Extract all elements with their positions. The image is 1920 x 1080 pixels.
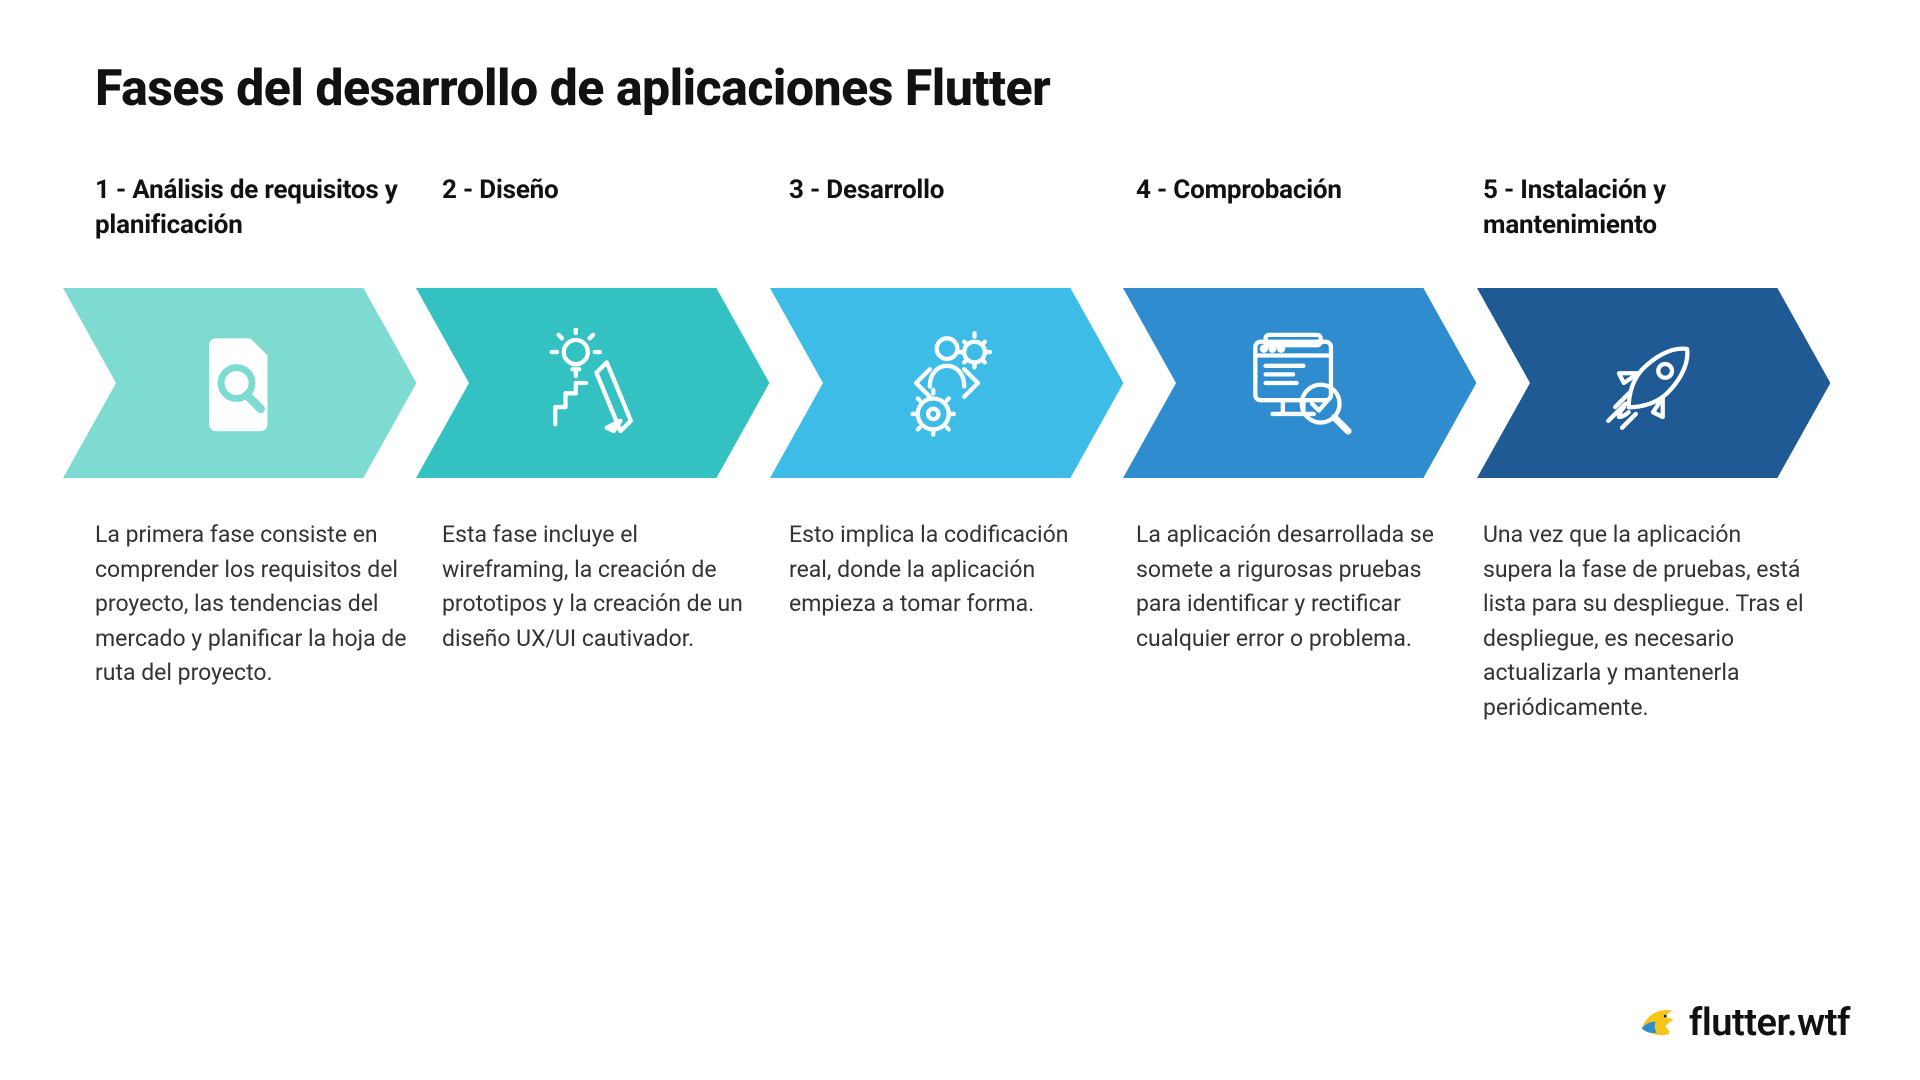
brand-text: flutter.wtf — [1689, 1001, 1850, 1045]
testing-check-icon — [1245, 328, 1355, 438]
footer-brand: flutter.wtf — [1635, 1001, 1850, 1045]
phase-desc-5: Una vez que la aplicación supera la fase… — [1483, 518, 1810, 725]
phase-desc-4: La aplicación desarrollada se somete a r… — [1136, 518, 1463, 656]
developer-gear-icon — [892, 328, 1002, 438]
rocket-launch-icon — [1598, 328, 1708, 438]
document-search-icon — [185, 328, 295, 438]
phase-label-2: 2 - Diseño — [442, 173, 769, 263]
arrow-phase-2 — [416, 288, 769, 478]
phase-desc-2: Esta fase incluye el wireframing, la cre… — [442, 518, 769, 656]
design-idea-icon — [538, 328, 648, 438]
process-arrows — [63, 288, 1830, 478]
arrow-phase-4 — [1123, 288, 1476, 478]
bird-logo-icon — [1635, 1001, 1679, 1045]
arrow-phase-3 — [770, 288, 1123, 478]
phase-desc-3: Esto implica la codificación real, donde… — [789, 518, 1116, 622]
diagram-title: Fases del desarrollo de aplicaciones Flu… — [95, 60, 1830, 118]
phase-label-1: 1 - Análisis de requisitos y planificaci… — [95, 173, 422, 263]
arrow-phase-5 — [1477, 288, 1830, 478]
phase-descriptions-row: La primera fase consiste en comprender l… — [95, 518, 1830, 725]
phase-label-3: 3 - Desarrollo — [789, 173, 1116, 263]
arrow-phase-1 — [63, 288, 416, 478]
phase-label-4: 4 - Comprobación — [1136, 173, 1463, 263]
phase-label-5: 5 - Instalación y mantenimiento — [1483, 173, 1810, 263]
phase-labels-row: 1 - Análisis de requisitos y planificaci… — [95, 173, 1830, 263]
phase-desc-1: La primera fase consiste en comprender l… — [95, 518, 422, 691]
